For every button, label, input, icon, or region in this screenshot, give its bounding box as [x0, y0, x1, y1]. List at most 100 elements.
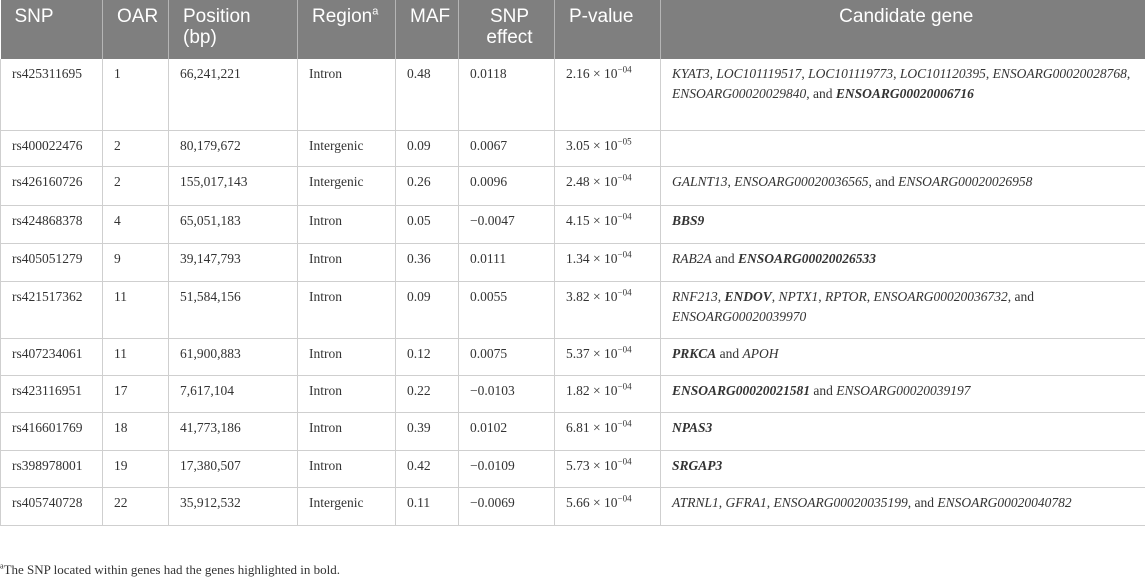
gene-separator: and	[716, 345, 743, 361]
gene-name: ENSOARG00020006716	[835, 86, 974, 101]
cell-region: Intergenic	[297, 166, 396, 206]
gene-separator: , and	[1007, 288, 1035, 304]
gene-separator: ,	[1126, 66, 1131, 81]
cell-snp-effect: 0.0055	[458, 281, 555, 339]
cell-snp-effect: −0.0047	[458, 205, 555, 244]
gene-name: GALNT13	[672, 173, 728, 189]
cell-snp-effect: 0.0111	[458, 243, 555, 282]
gene-separator: ,	[866, 288, 874, 304]
gene-name: ENSOARG00020036565	[734, 173, 869, 189]
cell-snp: rs426160726	[0, 166, 103, 206]
gene-separator: and	[810, 382, 837, 398]
gene-name: ENSOARG00020039970	[672, 308, 807, 324]
footnote-text: The SNP located within genes had the gen…	[3, 562, 340, 577]
cell-candidate-gene: SRGAP3	[660, 450, 1145, 488]
table-body: rs425311695 1 66,241,221 Intron 0.48 0.0118 2.…	[0, 59, 1145, 526]
cell-snp-effect: −0.0069	[458, 487, 555, 526]
cell-position: 155,017,143	[168, 166, 298, 206]
cell-maf: 0.39	[395, 412, 459, 451]
table-row: rs423116951 17 7,617,104 Intron 0.22 −0.0103 1…	[0, 375, 1145, 413]
gene-separator: ,	[718, 494, 726, 510]
header-snp-effect: SNP effect	[458, 0, 555, 59]
cell-position: 66,241,221	[168, 59, 298, 131]
table-row: rs405051279 9 39,147,793 Intron 0.36 0.0111 1.…	[0, 243, 1145, 282]
gene-name: ENSOARG00020021581	[672, 382, 811, 398]
cell-snp: rs407234061	[0, 338, 103, 376]
cell-maf: 0.11	[395, 487, 459, 526]
cell-position: 80,179,672	[168, 130, 298, 167]
gene-name: LOC101119773	[808, 66, 894, 81]
cell-maf: 0.48	[395, 59, 459, 131]
gene-separator: ,	[893, 66, 900, 81]
p-value-exponent: −04	[617, 344, 632, 354]
p-value-base: 1.34 × 10	[566, 250, 618, 266]
gene-name: RPTOR	[825, 288, 867, 304]
cell-candidate-gene: ENSOARG00020021581 and ENSOARG0002003919…	[660, 375, 1145, 413]
cell-oar: 4	[102, 205, 169, 244]
cell-p-value: 1.82 × 10−04	[554, 375, 661, 413]
cell-p-value: 5.73 × 10−04	[554, 450, 661, 488]
cell-snp: rs398978001	[0, 450, 103, 488]
p-value-exponent: −05	[617, 136, 632, 146]
cell-maf: 0.12	[395, 338, 459, 376]
p-value-base: 1.82 × 10	[566, 382, 618, 398]
cell-p-value: 2.16 × 10−04	[554, 59, 661, 131]
cell-maf: 0.09	[395, 281, 459, 339]
table-row: rs407234061 11 61,900,883 Intron 0.12 0.0075 5…	[0, 338, 1145, 376]
header-oar: OAR	[102, 0, 169, 59]
header-candidate-gene: Candidate gene	[660, 0, 1145, 59]
gene-name: NPAS3	[672, 419, 713, 435]
gene-name: ENSOARG00020035199	[773, 494, 908, 510]
cell-maf: 0.26	[395, 166, 459, 206]
cell-position: 61,900,883	[168, 338, 298, 376]
cell-position: 7,617,104	[168, 375, 298, 413]
cell-snp: rs421517362	[0, 281, 103, 339]
cell-snp-effect: 0.0096	[458, 166, 555, 206]
gene-name: RNF213	[672, 288, 718, 304]
p-value-exponent: −04	[617, 249, 632, 259]
cell-oar: 18	[102, 412, 169, 451]
gene-name: ENSOARG00020028768	[992, 66, 1127, 81]
cell-oar: 22	[102, 487, 169, 526]
gene-name: ENSOARG00020026533	[738, 250, 877, 266]
gene-name: ENSOARG00020026958	[898, 173, 1033, 189]
cell-oar: 1	[102, 59, 169, 131]
gene-name: APOH	[742, 345, 779, 361]
gene-name: KYAT3	[672, 66, 710, 81]
cell-snp: rs424868378	[0, 205, 103, 244]
cell-p-value: 6.81 × 10−04	[554, 412, 661, 451]
header-position: Position (bp)	[168, 0, 298, 59]
p-value-base: 2.48 × 10	[566, 173, 618, 189]
gene-name: ENSOARG00020036732	[873, 288, 1008, 304]
cell-maf: 0.36	[395, 243, 459, 282]
gene-name: LOC101119517	[716, 66, 802, 81]
cell-region: Intron	[297, 59, 396, 131]
cell-snp-effect: 0.0118	[458, 59, 555, 131]
p-value-base: 2.16 × 10	[566, 66, 618, 81]
cell-p-value: 5.37 × 10−04	[554, 338, 661, 376]
cell-snp: rs405051279	[0, 243, 103, 282]
gene-separator: ,	[717, 288, 725, 304]
cell-position: 65,051,183	[168, 205, 298, 244]
snp-table: SNP OAR Position (bp) Regiona MAF SNP effe…	[0, 0, 1145, 526]
cell-oar: 11	[102, 281, 169, 339]
cell-candidate-gene: RAB2A and ENSOARG00020026533	[660, 243, 1145, 282]
cell-position: 51,584,156	[168, 281, 298, 339]
p-value-exponent: −04	[617, 64, 632, 75]
cell-snp: rs400022476	[0, 130, 103, 167]
cell-position: 35,912,532	[168, 487, 298, 526]
cell-snp-effect: 0.0075	[458, 338, 555, 376]
header-snp: SNP	[0, 0, 103, 59]
p-value-exponent: −04	[617, 381, 632, 391]
cell-p-value: 2.48 × 10−04	[554, 166, 661, 206]
gene-name: NPTX1	[778, 288, 819, 304]
p-value-base: 4.15 × 10	[566, 212, 618, 228]
cell-p-value: 3.05 × 10−05	[554, 130, 661, 167]
header-p-value: P-value	[554, 0, 661, 59]
p-value-base: 5.66 × 10	[566, 494, 618, 510]
cell-position: 39,147,793	[168, 243, 298, 282]
cell-snp-effect: 0.0102	[458, 412, 555, 451]
table-row: rs405740728 22 35,912,532 Intergenic 0.11 −0.…	[0, 487, 1145, 526]
p-value-exponent: −04	[617, 211, 632, 221]
cell-p-value: 3.82 × 10−04	[554, 281, 661, 339]
